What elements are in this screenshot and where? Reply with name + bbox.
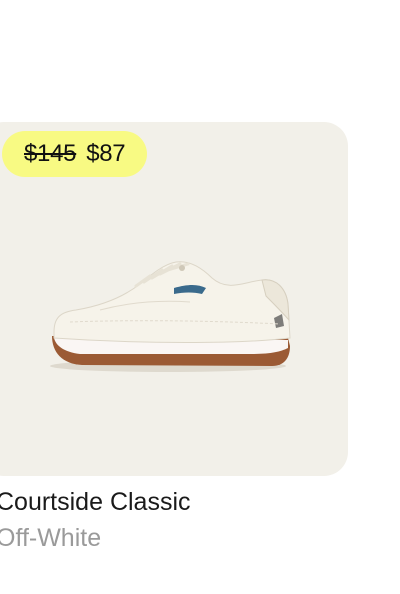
shoe-upper	[53, 261, 291, 343]
product-color: Off-White	[0, 524, 102, 552]
product-name[interactable]: Courtside Classic	[0, 488, 191, 517]
product-image[interactable]	[40, 240, 300, 380]
original-price: $145	[24, 140, 77, 167]
product-tile[interactable]: $145 $87 Courtside Classic Off-White	[0, 0, 400, 594]
sale-price: $87	[86, 140, 126, 167]
price-badge: $145 $87	[2, 131, 148, 177]
